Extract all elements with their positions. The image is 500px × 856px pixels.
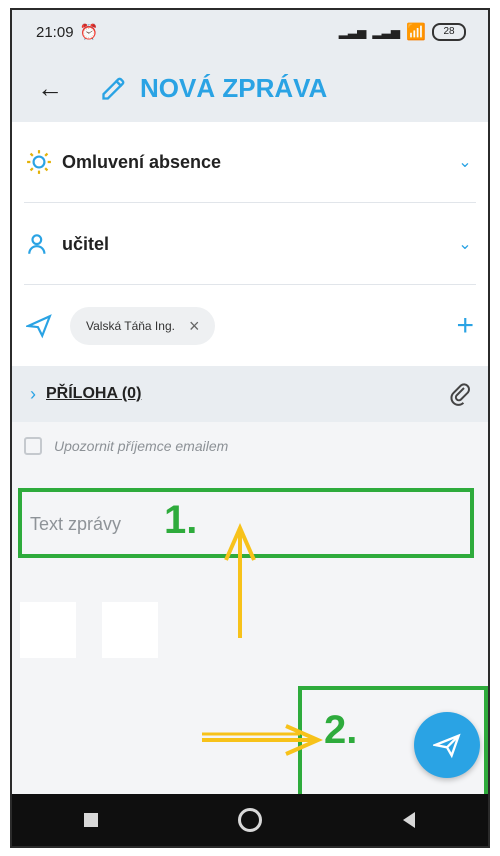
alarm-icon: ⏰ xyxy=(79,24,99,41)
recipient-type-label: učitel xyxy=(62,233,110,254)
recipient-type-select[interactable]: učitel ⌄ xyxy=(12,204,488,284)
recipient-chip-label: Valská Táňa Ing. xyxy=(86,319,175,333)
recipient-row: Valská Táňa Ing. × + xyxy=(12,286,488,366)
status-bar: 21:09 ⏰ ▂▃▅ ▂▃▅ 📶 28 xyxy=(12,10,488,54)
recents-icon[interactable] xyxy=(76,805,106,835)
chevron-down-icon-2[interactable]: ⌄ xyxy=(456,235,474,253)
battery-icon: 28 xyxy=(432,23,466,41)
arrow-right-icon xyxy=(202,724,323,756)
send-button[interactable] xyxy=(414,712,480,778)
page-title: NOVÁ ZPRÁVA xyxy=(100,73,327,104)
category-label: Omluvení absence xyxy=(62,151,222,172)
image-placeholder xyxy=(20,602,76,658)
recipient-chip[interactable]: Valská Táňa Ing. × xyxy=(70,307,216,345)
add-recipient-button[interactable]: + xyxy=(456,309,474,343)
send-plane-icon-2 xyxy=(433,733,461,759)
home-icon[interactable] xyxy=(235,805,265,835)
form-panel: Omluvení absence ⌄ učitel ⌄ Valská Táňa … xyxy=(12,122,488,366)
divider-2 xyxy=(24,284,476,285)
back-nav-icon[interactable] xyxy=(394,805,424,835)
image-placeholder-2 xyxy=(102,602,158,658)
category-select[interactable]: Omluvení absence ⌄ xyxy=(12,122,488,202)
notify-email-option[interactable]: Upozornit příjemce emailem xyxy=(24,426,228,466)
notify-label: Upozornit příjemce emailem xyxy=(54,438,229,454)
attachments-label[interactable]: PŘÍLOHA (0) xyxy=(46,385,141,403)
app-bar: ← NOVÁ ZPRÁVA xyxy=(12,54,488,122)
signal-icon: ▂▃▅ xyxy=(338,25,367,39)
send-plane-icon xyxy=(26,313,52,339)
title-text: NOVÁ ZPRÁVA xyxy=(140,72,328,103)
pencil-icon xyxy=(102,77,125,100)
chevron-right-icon: › xyxy=(30,383,36,404)
user-icon xyxy=(26,231,52,257)
attachments-row[interactable]: › PŘÍLOHA (0) xyxy=(12,366,488,422)
annotation-step-1: 1. xyxy=(164,498,198,542)
divider xyxy=(24,202,476,203)
close-icon[interactable]: × xyxy=(189,317,200,335)
phone-screen: 21:09 ⏰ ▂▃▅ ▂▃▅ 📶 28 ← NOVÁ ZPRÁVA Omluv… xyxy=(10,8,490,848)
notify-checkbox[interactable] xyxy=(24,437,42,455)
status-time: 21:09 xyxy=(36,23,74,41)
arrow-up-icon xyxy=(224,523,256,638)
system-nav-bar xyxy=(12,794,488,846)
message-placeholder: Text zprávy xyxy=(30,514,122,534)
back-arrow-icon[interactable]: ← xyxy=(30,68,70,108)
signal-icon-2: ▂▃▅ xyxy=(372,25,401,39)
chevron-down-icon[interactable]: ⌄ xyxy=(456,153,474,171)
wifi-icon: 📶 xyxy=(406,24,426,41)
annotation-step-2: 2. xyxy=(324,708,358,752)
paperclip-icon[interactable] xyxy=(448,382,472,406)
lightbulb-icon xyxy=(26,149,52,175)
